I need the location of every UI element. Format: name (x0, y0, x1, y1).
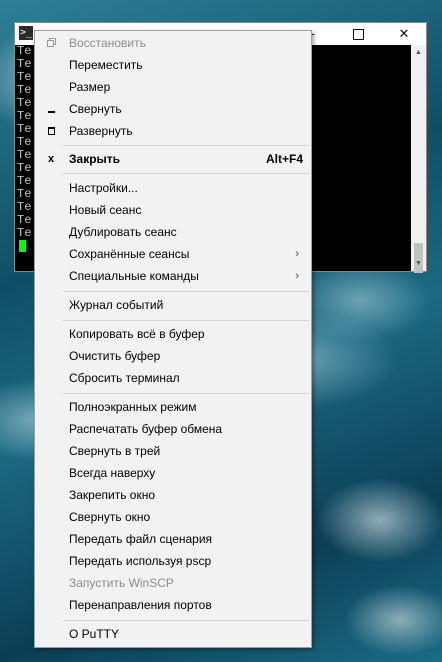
menu-item-label: Свернуть (69, 102, 122, 116)
menu-item-about[interactable]: О PuTTY (35, 623, 311, 645)
menu-item-duplicate-session[interactable]: Дублировать сеанс (35, 221, 311, 243)
menu-item-label: Восстановить (69, 36, 146, 50)
menu-item-size[interactable]: Размер (35, 76, 311, 98)
menu-item-label: Дублировать сеанс (69, 225, 177, 239)
menu-separator (63, 620, 309, 621)
menu-separator (63, 320, 309, 321)
maximize-icon (352, 29, 364, 41)
menu-item-label: Свернуть в трей (69, 444, 161, 458)
menu-item-label: Копировать всё в буфер (69, 327, 205, 341)
menu-item-always-on-top[interactable]: Всегда наверху (35, 462, 311, 484)
menu-item-label: Передать используя pscp (69, 554, 212, 568)
menu-item-label: О PuTTY (69, 627, 120, 641)
menu-item-label: Сбросить терминал (69, 371, 180, 385)
submenu-arrow-icon: › (295, 248, 299, 260)
menu-item-label: Свернуть окно (69, 510, 151, 524)
menu-item-fullscreen[interactable]: Полноэкранных режим (35, 396, 311, 418)
menu-item-label: Новый сеанс (69, 203, 142, 217)
scroll-up-arrow-icon[interactable]: ▲ (411, 45, 426, 60)
menu-item-clear-buffer[interactable]: Очистить буфер (35, 345, 311, 367)
menu-item-label: Запустить WinSCP (69, 576, 174, 590)
menu-separator (63, 145, 309, 146)
menu-item-collapse-window[interactable]: Свернуть окно (35, 506, 311, 528)
menu-item-pin-window[interactable]: Закрепить окно (35, 484, 311, 506)
menu-item-settings[interactable]: Настройки... (35, 177, 311, 199)
scroll-down-arrow-icon[interactable]: ▼ (411, 256, 426, 271)
menu-item-event-log[interactable]: Журнал событий (35, 294, 311, 316)
menu-item-label: Распечатать буфер обмена (69, 422, 223, 436)
close-icon: x (47, 153, 55, 165)
menu-item-minimize-tray[interactable]: Свернуть в трей (35, 440, 311, 462)
menu-item-label: Передать файл сценария (69, 532, 213, 546)
menu-item-label: Очистить буфер (69, 349, 161, 363)
menu-item-new-session[interactable]: Новый сеанс (35, 199, 311, 221)
menu-item-label: Специальные команды (69, 269, 199, 283)
submenu-arrow-icon: › (295, 270, 299, 282)
menu-item-label: Закрыть (69, 152, 121, 166)
menu-item-send-script[interactable]: Передать файл сценария (35, 528, 311, 550)
menu-item-label: Всегда наверху (69, 466, 156, 480)
menu-item-minimize[interactable]: Свернуть (35, 98, 311, 120)
menu-item-label: Журнал событий (69, 298, 164, 312)
shortcut-label: Alt+F4 (265, 152, 303, 166)
minimize-icon (45, 98, 57, 120)
menu-separator (63, 173, 309, 174)
menu-item-port-forwarding[interactable]: Перенаправления портов (35, 594, 311, 616)
menu-item-saved-sessions[interactable]: Сохранённые сеансы › (35, 243, 311, 265)
menu-item-label: Перенаправления портов (69, 598, 212, 612)
menu-item-special-commands[interactable]: Специальные команды › (35, 265, 311, 287)
menu-item-label: Сохранённые сеансы (69, 247, 190, 261)
menu-item-print-clipboard[interactable]: Распечатать буфер обмена (35, 418, 311, 440)
menu-item-label: Развернуть (69, 124, 133, 138)
system-context-menu: Восстановить Переместить Размер Свернуть… (34, 30, 312, 648)
restore-icon (45, 32, 57, 54)
terminal-cursor (19, 240, 26, 252)
menu-item-restore[interactable]: Восстановить (35, 32, 311, 54)
menu-item-run-winscp[interactable]: Запустить WinSCP (35, 572, 311, 594)
menu-item-maximize[interactable]: Развернуть (35, 120, 311, 142)
menu-item-label: Переместить (69, 58, 143, 72)
menu-item-send-pscp[interactable]: Передать используя pscp (35, 550, 311, 572)
menu-separator (63, 393, 309, 394)
maximize-button[interactable] (335, 23, 381, 45)
menu-item-label: Размер (69, 80, 111, 94)
menu-item-reset-terminal[interactable]: Сбросить терминал (35, 367, 311, 389)
menu-item-label: Настройки... (69, 181, 138, 195)
terminal-scrollbar[interactable]: ▲ ▼ (411, 45, 426, 273)
maximize-icon (45, 120, 57, 142)
menu-separator (63, 291, 309, 292)
putty-app-icon[interactable]: >_ (19, 26, 33, 40)
menu-item-close[interactable]: x Закрыть Alt+F4 (35, 148, 311, 170)
close-button[interactable]: ✕ (381, 23, 427, 45)
menu-item-label: Закрепить окно (69, 488, 156, 502)
menu-item-copy-all[interactable]: Копировать всё в буфер (35, 323, 311, 345)
menu-item-label: Полноэкранных режим (69, 400, 197, 414)
menu-item-move[interactable]: Переместить (35, 54, 311, 76)
